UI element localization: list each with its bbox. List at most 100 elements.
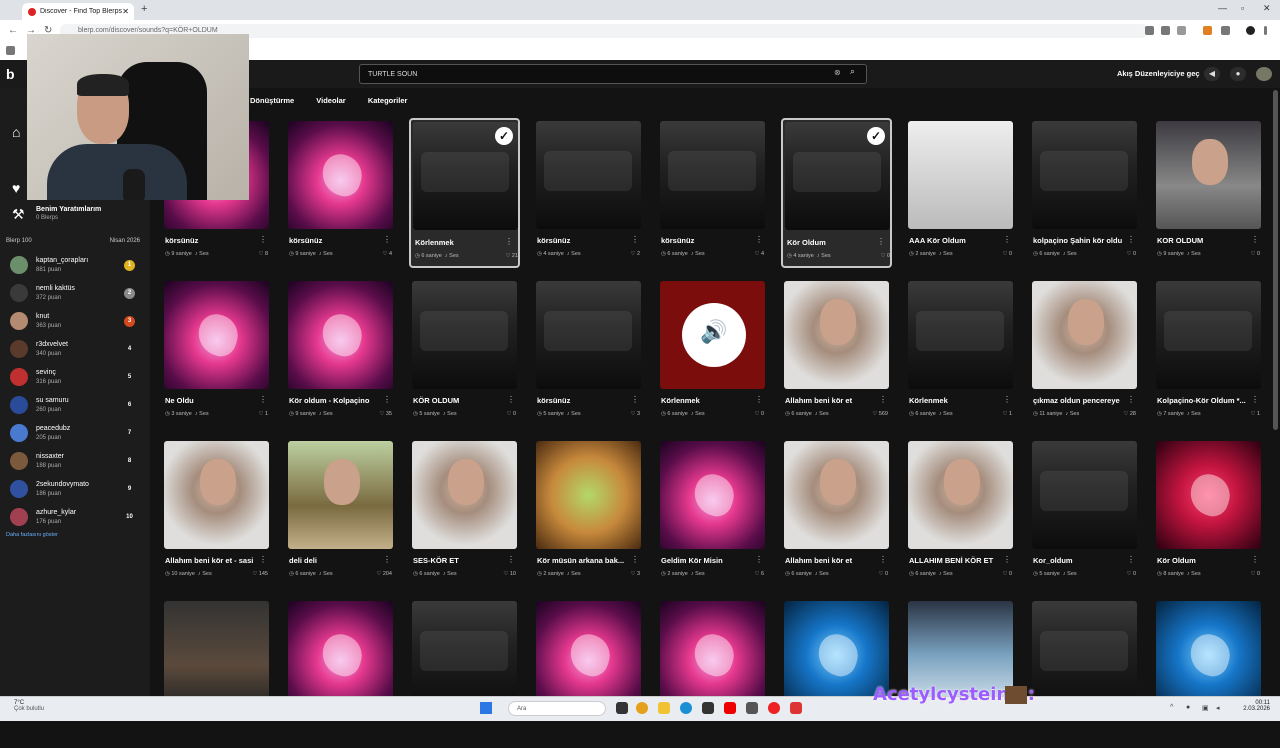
sound-thumbnail[interactable] (1156, 281, 1261, 389)
sound-card[interactable]: SES-KÖR ET ⋮ ◷ 6 saniye ♪ Ses ♡ 10 (409, 438, 520, 588)
sound-thumbnail[interactable] (1156, 441, 1261, 549)
leaderboard-row[interactable]: knut 363 puan 3 (10, 310, 138, 332)
edge-icon[interactable] (680, 702, 692, 714)
more-options-icon[interactable]: ⋮ (1003, 235, 1011, 244)
sound-thumbnail[interactable] (288, 281, 393, 389)
sound-thumbnail[interactable]: ✓ (785, 122, 890, 230)
extensions-puzzle-icon[interactable] (1221, 26, 1230, 35)
sound-thumbnail[interactable] (908, 441, 1013, 549)
tab-categories[interactable]: Kategoriler (368, 96, 408, 105)
minimize-icon[interactable]: — (1218, 3, 1227, 13)
sound-card[interactable]: Kor_oldum ⋮ ◷ 5 saniye ♪ Ses ♡ 0 (1029, 438, 1140, 588)
sound-card[interactable]: Körlenmek ⋮ ◷ 6 saniye ♪ Ses ♡ 1 (905, 278, 1016, 428)
sound-card[interactable] (285, 598, 396, 748)
close-tab-icon[interactable]: ✕ (122, 7, 129, 16)
sound-title[interactable]: KÖR OLDUM (413, 396, 505, 405)
sound-thumbnail[interactable] (412, 441, 517, 549)
heart-icon[interactable]: ♡ (1123, 411, 1128, 417)
more-options-icon[interactable]: ⋮ (259, 555, 267, 564)
sound-card[interactable]: ALLAHIM BENİ KÖR ET ⋮ ◷ 6 saniye ♪ Ses ♡ 0 (905, 438, 1016, 588)
my-creations[interactable]: Benim Yaratımlarım 0 Blerps (36, 206, 101, 221)
heart-icon[interactable]: ♡ (252, 571, 257, 577)
sound-card[interactable]: Allahım beni kör et ⋮ ◷ 6 saniye ♪ Ses ♡ 56… (781, 278, 892, 428)
maximize-icon[interactable]: ▫ (1241, 3, 1244, 13)
sound-thumbnail[interactable]: ✓ (413, 122, 518, 230)
new-tab-icon[interactable]: + (141, 3, 147, 15)
sound-card[interactable]: KÖR OLDUM ⋮ ◷ 5 saniye ♪ Ses ♡ 0 (409, 278, 520, 428)
leaderboard-row[interactable]: azhure_kylar 176 puan 10 (10, 506, 138, 528)
more-options-icon[interactable]: ⋮ (1003, 555, 1011, 564)
sound-thumbnail[interactable] (288, 121, 393, 229)
close-window-icon[interactable]: ✕ (1263, 3, 1271, 14)
taskbar-search[interactable]: Ara (508, 701, 606, 716)
tab-videos[interactable]: Videolar (316, 96, 345, 105)
profile-avatar-icon[interactable] (1246, 26, 1255, 35)
more-options-icon[interactable]: ⋮ (383, 395, 391, 404)
heart-icon[interactable]: ♡ (506, 411, 511, 417)
heart-icon[interactable]: ♡ (379, 411, 384, 417)
tab-transform[interactable]: Dönüştürme (250, 96, 294, 105)
sound-thumbnail[interactable] (908, 281, 1013, 389)
sound-card[interactable]: Ne Oldu ⋮ ◷ 3 saniye ♪ Ses ♡ 1 (161, 278, 272, 428)
sound-title[interactable]: Allahım beni kör et (785, 556, 877, 565)
sound-thumbnail[interactable] (1032, 601, 1137, 709)
sound-thumbnail[interactable] (536, 441, 641, 549)
heart-icon[interactable]: ♡ (1126, 571, 1131, 577)
heart-icon[interactable]: ♡ (505, 253, 510, 259)
search-icon[interactable]: ⌕ (850, 66, 855, 77)
heart-icon[interactable]: ♡ (878, 571, 883, 577)
sound-thumbnail[interactable] (1156, 601, 1261, 709)
sound-thumbnail[interactable] (164, 601, 269, 709)
favorites-heart-icon[interactable]: ♥ (12, 180, 20, 196)
youtube-icon[interactable] (724, 702, 736, 714)
more-options-icon[interactable]: ⋮ (505, 237, 513, 246)
sound-thumbnail[interactable] (660, 601, 765, 709)
sound-thumbnail[interactable] (164, 441, 269, 549)
sound-thumbnail[interactable] (412, 601, 517, 709)
browser-menu-icon[interactable] (1264, 26, 1267, 35)
more-options-icon[interactable]: ⋮ (1127, 235, 1135, 244)
home-icon[interactable]: ⌂ (12, 124, 20, 140)
heart-icon[interactable]: ♡ (754, 411, 759, 417)
leaderboard-row[interactable]: nemli kaktüs 372 puan 2 (10, 282, 138, 304)
sound-title[interactable]: Körlenmek (661, 396, 753, 405)
more-options-icon[interactable]: ⋮ (631, 555, 639, 564)
more-options-icon[interactable]: ⋮ (259, 235, 267, 244)
sound-title[interactable]: SES-KÖR ET (413, 556, 505, 565)
sound-card[interactable] (1029, 598, 1140, 748)
system-clock[interactable]: 00:11 2.03.2026 (1230, 700, 1270, 712)
sound-title[interactable]: Körlenmek (415, 238, 507, 247)
sound-title[interactable]: Kör oldum - Kolpaçino (289, 396, 381, 405)
sound-thumbnail[interactable] (536, 281, 641, 389)
heart-icon[interactable]: ♡ (1250, 571, 1255, 577)
user-avatar[interactable] (1256, 67, 1272, 81)
sound-card[interactable]: kolpaçino Şahin kör oldu ⋮ ◷ 6 saniye ♪ Se… (1029, 118, 1140, 268)
sound-card[interactable]: Kör oldum - Kolpaçino ⋮ ◷ 9 saniye ♪ Ses ♡ … (285, 278, 396, 428)
heart-icon[interactable]: ♡ (1002, 571, 1007, 577)
sound-card[interactable]: deli deli ⋮ ◷ 6 saniye ♪ Ses ♡ 204 (285, 438, 396, 588)
heart-icon[interactable]: ♡ (258, 411, 263, 417)
sound-thumbnail[interactable] (536, 121, 641, 229)
sound-thumbnail[interactable] (660, 441, 765, 549)
sound-title[interactable]: Allahım beni kör et (785, 396, 877, 405)
heart-icon[interactable]: ♡ (630, 411, 635, 417)
more-options-icon[interactable]: ⋮ (877, 237, 885, 246)
heart-icon[interactable]: ♡ (880, 253, 885, 259)
speaker-icon[interactable]: ◂ (1216, 704, 1220, 712)
microphone-tray-icon[interactable]: ● (1186, 704, 1190, 711)
more-options-icon[interactable]: ⋮ (1127, 555, 1135, 564)
sound-card[interactable]: Geldim Kör Misin ⋮ ◷ 2 saniye ♪ Ses ♡ 6 (657, 438, 768, 588)
sound-card[interactable]: Allahım beni kör et ⋮ ◷ 6 saniye ♪ Ses ♡ 0 (781, 438, 892, 588)
sound-thumbnail[interactable] (1032, 121, 1137, 229)
sound-title[interactable]: çıkmaz oldun pencereye (1033, 396, 1125, 405)
heart-icon[interactable]: ♡ (754, 251, 759, 257)
more-options-icon[interactable]: ⋮ (1127, 395, 1135, 404)
heart-icon[interactable]: ♡ (1126, 251, 1131, 257)
more-options-icon[interactable]: ⋮ (1251, 395, 1259, 404)
sound-thumbnail[interactable] (784, 441, 889, 549)
creations-hammer-icon[interactable]: ⚒ (12, 206, 25, 223)
leaderboard-row[interactable]: su samuru 260 puan 6 (10, 394, 138, 416)
file-explorer-icon[interactable] (658, 702, 670, 714)
more-options-icon[interactable]: ⋮ (259, 395, 267, 404)
sound-title[interactable]: Kolpaçino-Kör Oldum *... (1157, 396, 1249, 405)
